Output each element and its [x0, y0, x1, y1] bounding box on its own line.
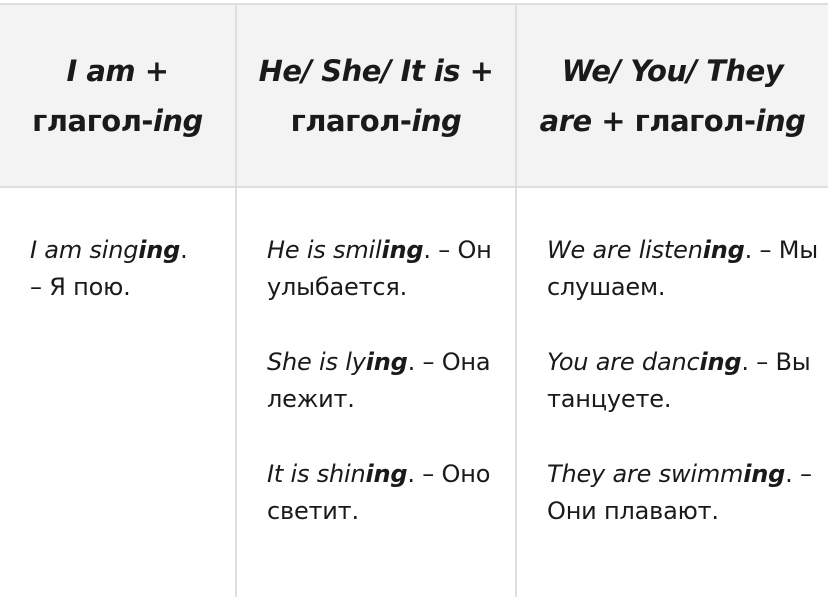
header-subject: He/ She/ It is + [258, 53, 494, 88]
example-stem: You are danc [547, 348, 700, 376]
example-period: . [423, 236, 431, 264]
example-ing-suffix: ing [381, 236, 424, 264]
example-stem: It is shin [267, 460, 366, 488]
example-period: . [407, 460, 415, 488]
table-body: I am singing. – Я пою. He is smiling. – … [0, 187, 828, 597]
example-item: They are swimming. – Они плавают. [547, 456, 818, 530]
example-period: . [180, 236, 188, 264]
example-translation: – Я пою. [30, 273, 131, 301]
header-verb-label: глагол- [32, 103, 153, 138]
example-item: She is lying. – Она лежит. [267, 344, 505, 418]
example-ing-suffix: ing [699, 348, 742, 376]
examples-cell-we-you-they: We are listening. – Мы слушаем. You are … [516, 187, 828, 597]
example-period: . [741, 348, 749, 376]
example-item: I am singing. – Я пою. [30, 232, 225, 306]
present-continuous-table: I am + глагол-ing He/ She/ It is + глаго… [0, 3, 828, 597]
example-ing-suffix: ing [365, 348, 408, 376]
examples-cell-he-she-it: He is smiling. – Он улыбается. She is ly… [236, 187, 517, 597]
example-period: . [785, 460, 793, 488]
header-ing-suffix: ing [411, 103, 462, 138]
example-ing-suffix: ing [365, 460, 408, 488]
example-stem: She is ly [267, 348, 366, 376]
header-we-you-they-are: We/ You/ They are + глагол-ing [516, 3, 828, 188]
example-period: . [407, 348, 416, 376]
header-subject: I am + [66, 53, 169, 88]
header-are: are [539, 103, 593, 138]
example-item: He is smiling. – Он улыбается. [267, 232, 505, 306]
example-ing-suffix: ing [138, 236, 181, 264]
example-stem: They are swimm [547, 460, 744, 488]
header-subject: We/ You/ They [561, 53, 784, 88]
example-stem: I am sing [30, 236, 139, 264]
examples-cell-i-am: I am singing. – Я пою. [0, 187, 237, 597]
header-verb-label: + глагол- [591, 103, 756, 138]
header-ing-suffix: ing [755, 103, 806, 138]
example-period: . [744, 236, 753, 264]
example-item: We are listening. – Мы слушаем. [547, 232, 818, 306]
header-i-am: I am + глагол-ing [0, 3, 237, 188]
example-ing-suffix: ing [702, 236, 745, 264]
example-item: It is shining. – Оно светит. [267, 456, 505, 530]
example-ing-suffix: ing [743, 460, 786, 488]
example-item: You are dancing. – Вы танцуете. [547, 344, 818, 418]
example-stem: We are listen [547, 236, 703, 264]
header-row: I am + глагол-ing He/ She/ It is + глаго… [0, 3, 828, 188]
header-verb-label: глагол- [290, 103, 412, 138]
example-stem: He is smil [267, 236, 382, 264]
table-header: I am + глагол-ing He/ She/ It is + глаго… [0, 3, 828, 188]
header-ing-suffix: ing [152, 103, 203, 138]
header-he-she-it-is: He/ She/ It is + глагол-ing [236, 3, 517, 188]
examples-row: I am singing. – Я пою. He is smiling. – … [0, 187, 828, 597]
